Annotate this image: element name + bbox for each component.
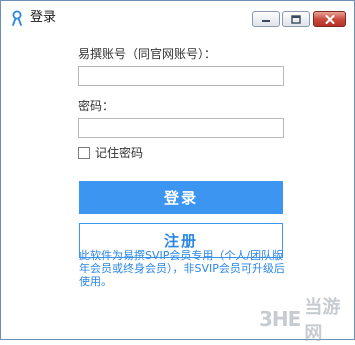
login-button[interactable]: 登录 [79, 181, 283, 214]
site-watermark: 3HE 当游网 [259, 297, 354, 344]
watermark-logo: 3HE [259, 307, 301, 331]
user-icon [12, 10, 22, 26]
login-window: 登录 易撰账号（同官网账号）： 密码： 记住密码 登录 注册 此软件为易撰SVI… [0, 0, 355, 344]
svip-notice: 此软件为易撰SVIP会员专用（个人/团队版年会员或终身会员），非SVIP会员可升… [79, 249, 285, 288]
password-label: 密码： [78, 99, 115, 113]
remember-password-checkbox[interactable] [78, 147, 90, 159]
account-input[interactable] [78, 66, 284, 86]
minimize-icon [262, 20, 270, 22]
minimize-button[interactable] [252, 11, 280, 27]
title-bar[interactable]: 登录 [1, 1, 354, 35]
maximize-button[interactable] [282, 11, 310, 27]
form-area: 易撰账号（同官网账号）： 密码： 记住密码 登录 注册 此软件为易撰SVIP会员… [1, 35, 354, 339]
maximize-icon [291, 14, 301, 24]
close-icon [325, 14, 334, 24]
close-button[interactable] [313, 11, 346, 27]
window-title: 登录 [30, 10, 57, 25]
watermark-text: 当游网 [304, 297, 341, 344]
account-label: 易撰账号（同官网账号）： [78, 47, 217, 61]
remember-password-label[interactable]: 记住密码 [95, 146, 143, 160]
password-input[interactable] [78, 118, 284, 138]
